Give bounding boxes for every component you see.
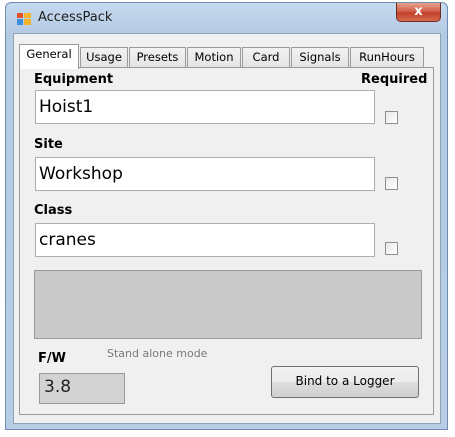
fw-label: F/W (38, 351, 66, 366)
class-field[interactable]: cranes (35, 223, 375, 257)
tab-presets[interactable]: Presets (129, 47, 186, 68)
fw-value-field: 3.8 (39, 373, 125, 404)
window-title: AccessPack (38, 10, 113, 25)
close-button[interactable]: x (396, 3, 441, 22)
tab-usage[interactable]: Usage (80, 47, 128, 68)
site-label: Site (34, 137, 63, 152)
title-bar[interactable]: AccessPack x (6, 3, 447, 33)
class-required-checkbox[interactable] (385, 242, 398, 255)
mode-text: Stand alone mode (107, 347, 208, 360)
client-area: General Usage Presets Motion Card Signal… (13, 33, 441, 424)
required-label: Required (361, 72, 428, 87)
class-label: Class (34, 203, 73, 218)
tab-general[interactable]: General (19, 44, 79, 69)
site-required-checkbox[interactable] (385, 177, 398, 190)
tab-runhours[interactable]: RunHours (350, 47, 424, 68)
general-tab-page: Equipment Required Hoist1 Site Workshop … (19, 67, 434, 415)
status-panel (34, 270, 422, 339)
bind-to-logger-button[interactable]: Bind to a Logger (271, 366, 419, 398)
app-icon (17, 13, 31, 25)
equipment-field[interactable]: Hoist1 (35, 90, 375, 124)
tab-signals[interactable]: Signals (291, 47, 349, 68)
site-field[interactable]: Workshop (35, 157, 375, 191)
equipment-required-checkbox[interactable] (385, 111, 398, 124)
tab-card[interactable]: Card (242, 47, 290, 68)
tab-motion[interactable]: Motion (187, 47, 241, 68)
close-icon: x (414, 4, 423, 19)
app-window: AccessPack x General Usage Presets Motio… (5, 2, 448, 430)
equipment-label: Equipment (34, 72, 114, 87)
